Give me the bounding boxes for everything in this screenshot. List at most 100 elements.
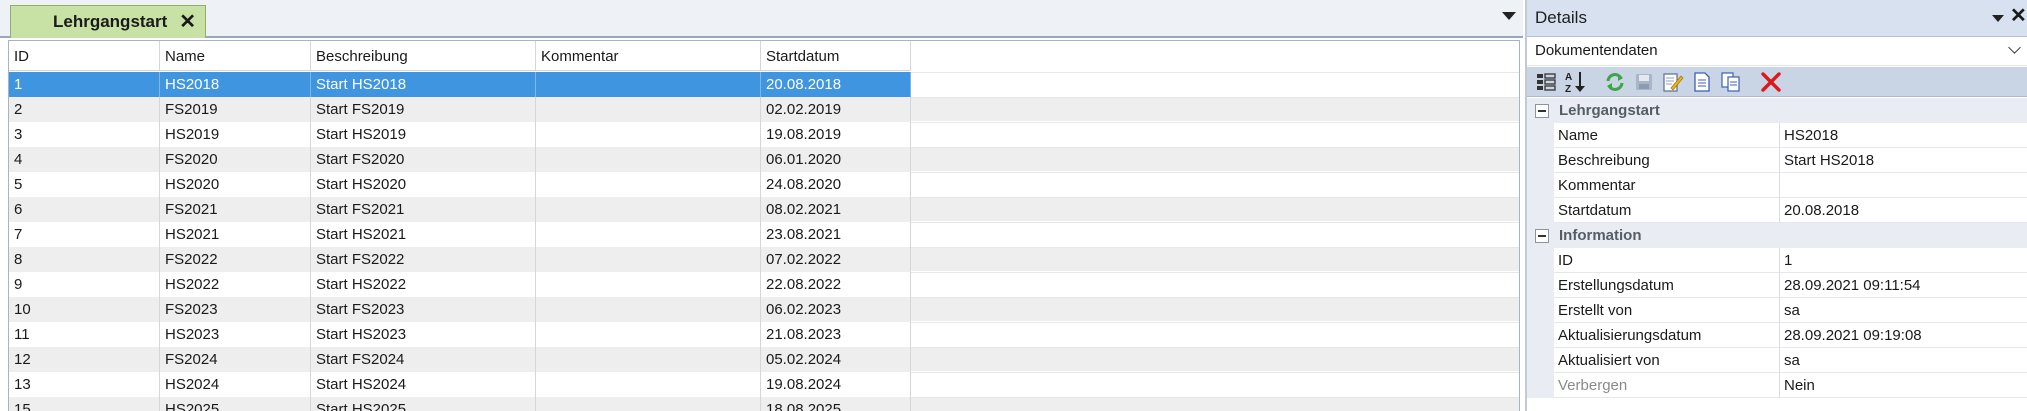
cell-name[interactable]: HS2020 xyxy=(160,172,311,197)
cell-beschreibung[interactable]: Start HS2020 xyxy=(311,172,536,197)
table-row[interactable]: 8 FS2022 Start FS2022 07.02.2022 xyxy=(9,247,1519,272)
tab-list-dropdown-icon[interactable] xyxy=(1502,12,1516,20)
cell-kommentar[interactable] xyxy=(536,72,761,97)
cell-kommentar[interactable] xyxy=(536,272,761,297)
cell-startdatum[interactable]: 02.02.2019 xyxy=(761,97,911,122)
property-value[interactable]: sa xyxy=(1780,348,2027,373)
cell-kommentar[interactable] xyxy=(536,147,761,172)
cell-name[interactable]: FS2022 xyxy=(160,247,311,272)
cell-name[interactable]: HS2022 xyxy=(160,272,311,297)
property-value[interactable]: HS2018 xyxy=(1780,123,2027,148)
property-value[interactable] xyxy=(1780,173,2027,198)
property-row[interactable]: Erstellungsdatum 28.09.2021 09:11:54 xyxy=(1527,273,2027,298)
cell-id[interactable]: 11 xyxy=(9,322,160,347)
column-header-beschreibung[interactable]: Beschreibung xyxy=(311,41,536,71)
cell-beschreibung[interactable]: Start FS2022 xyxy=(311,247,536,272)
cell-name[interactable]: HS2019 xyxy=(160,122,311,147)
cell-startdatum[interactable]: 21.08.2023 xyxy=(761,322,911,347)
collapse-icon[interactable] xyxy=(1535,228,1549,243)
property-row[interactable]: Verbergen Nein xyxy=(1527,373,2027,398)
table-row[interactable]: 2 FS2019 Start FS2019 02.02.2019 xyxy=(9,97,1519,122)
delete-button[interactable] xyxy=(1758,69,1784,95)
table-row[interactable]: 5 HS2020 Start HS2020 24.08.2020 xyxy=(9,172,1519,197)
cell-name[interactable]: HS2018 xyxy=(160,72,311,97)
categorized-view-button[interactable] xyxy=(1533,69,1559,95)
cell-name[interactable]: FS2023 xyxy=(160,297,311,322)
table-row[interactable]: 6 FS2021 Start FS2021 08.02.2021 xyxy=(9,197,1519,222)
property-value[interactable]: Nein xyxy=(1780,373,2027,398)
property-category[interactable]: Information xyxy=(1527,223,2027,248)
cell-kommentar[interactable] xyxy=(536,247,761,272)
cell-id[interactable]: 6 xyxy=(9,197,160,222)
close-icon[interactable]: ✕ xyxy=(179,12,196,32)
cell-beschreibung[interactable]: Start FS2019 xyxy=(311,97,536,122)
cell-startdatum[interactable]: 07.02.2022 xyxy=(761,247,911,272)
copy-document-button[interactable] xyxy=(1718,69,1744,95)
property-row[interactable]: Erstellt von sa xyxy=(1527,298,2027,323)
property-category[interactable]: Lehrgangstart xyxy=(1527,98,2027,123)
cell-kommentar[interactable] xyxy=(536,122,761,147)
table-row[interactable]: 9 HS2022 Start HS2022 22.08.2022 xyxy=(9,272,1519,297)
cell-beschreibung[interactable]: Start HS2025 xyxy=(311,397,536,411)
table-row[interactable]: 12 FS2024 Start FS2024 05.02.2024 xyxy=(9,347,1519,372)
cell-name[interactable]: FS2021 xyxy=(160,197,311,222)
cell-startdatum[interactable]: 24.08.2020 xyxy=(761,172,911,197)
cell-beschreibung[interactable]: Start FS2021 xyxy=(311,197,536,222)
property-value[interactable]: sa xyxy=(1780,298,2027,323)
cell-startdatum[interactable]: 08.02.2021 xyxy=(761,197,911,222)
cell-beschreibung[interactable]: Start FS2024 xyxy=(311,347,536,372)
property-row[interactable]: Aktualisierungsdatum 28.09.2021 09:19:08 xyxy=(1527,323,2027,348)
cell-beschreibung[interactable]: Start HS2019 xyxy=(311,122,536,147)
cell-beschreibung[interactable]: Start HS2023 xyxy=(311,322,536,347)
cell-id[interactable]: 15 xyxy=(9,397,160,411)
document-button[interactable] xyxy=(1689,69,1715,95)
collapse-icon[interactable] xyxy=(1535,103,1549,118)
property-row[interactable]: Kommentar xyxy=(1527,173,2027,198)
property-row[interactable]: Startdatum 20.08.2018 xyxy=(1527,198,2027,223)
cell-id[interactable]: 4 xyxy=(9,147,160,172)
cell-startdatum[interactable]: 20.08.2018 xyxy=(761,72,911,97)
refresh-button[interactable] xyxy=(1602,69,1628,95)
table-row[interactable]: 10 FS2023 Start FS2023 06.02.2023 xyxy=(9,297,1519,322)
table-row[interactable]: 7 HS2021 Start HS2021 23.08.2021 xyxy=(9,222,1519,247)
cell-kommentar[interactable] xyxy=(536,222,761,247)
cell-id[interactable]: 10 xyxy=(9,297,160,322)
cell-kommentar[interactable] xyxy=(536,197,761,222)
column-header-startdatum[interactable]: Startdatum xyxy=(761,41,911,71)
close-icon[interactable]: ✕ xyxy=(2010,6,2027,26)
column-header-kommentar[interactable]: Kommentar xyxy=(536,41,761,71)
property-row[interactable]: Name HS2018 xyxy=(1527,123,2027,148)
cell-startdatum[interactable]: 23.08.2021 xyxy=(761,222,911,247)
cell-beschreibung[interactable]: Start FS2020 xyxy=(311,147,536,172)
cell-startdatum[interactable]: 22.08.2022 xyxy=(761,272,911,297)
edit-button[interactable] xyxy=(1660,69,1686,95)
document-data-select[interactable]: Dokumentendaten xyxy=(1527,38,2027,66)
cell-kommentar[interactable] xyxy=(536,97,761,122)
cell-id[interactable]: 3 xyxy=(9,122,160,147)
table-row[interactable]: 15 HS2025 Start HS2025 18.08.2025 xyxy=(9,397,1519,411)
cell-name[interactable]: HS2024 xyxy=(160,372,311,397)
cell-kommentar[interactable] xyxy=(536,347,761,372)
cell-beschreibung[interactable]: Start HS2022 xyxy=(311,272,536,297)
property-value[interactable]: 28.09.2021 09:11:54 xyxy=(1780,273,2027,298)
cell-startdatum[interactable]: 05.02.2024 xyxy=(761,347,911,372)
cell-startdatum[interactable]: 06.01.2020 xyxy=(761,147,911,172)
cell-startdatum[interactable]: 06.02.2023 xyxy=(761,297,911,322)
cell-name[interactable]: HS2025 xyxy=(160,397,311,411)
cell-kommentar[interactable] xyxy=(536,397,761,411)
cell-kommentar[interactable] xyxy=(536,172,761,197)
cell-id[interactable]: 2 xyxy=(9,97,160,122)
cell-id[interactable]: 8 xyxy=(9,247,160,272)
table-row[interactable]: 3 HS2019 Start HS2019 19.08.2019 xyxy=(9,122,1519,147)
property-value[interactable]: 1 xyxy=(1780,248,2027,273)
cell-name[interactable]: HS2021 xyxy=(160,222,311,247)
cell-name[interactable]: FS2019 xyxy=(160,97,311,122)
cell-beschreibung[interactable]: Start FS2023 xyxy=(311,297,536,322)
property-row[interactable]: Aktualisiert von sa xyxy=(1527,348,2027,373)
tab-lehrgangstart[interactable]: Lehrgangstart ✕ xyxy=(10,5,206,38)
sort-alphabetical-button[interactable]: A Z xyxy=(1562,69,1588,95)
property-value[interactable]: 28.09.2021 09:19:08 xyxy=(1780,323,2027,348)
table-row[interactable]: 1 HS2018 Start HS2018 20.08.2018 xyxy=(9,72,1519,97)
table-row[interactable]: 4 FS2020 Start FS2020 06.01.2020 xyxy=(9,147,1519,172)
cell-beschreibung[interactable]: Start HS2021 xyxy=(311,222,536,247)
